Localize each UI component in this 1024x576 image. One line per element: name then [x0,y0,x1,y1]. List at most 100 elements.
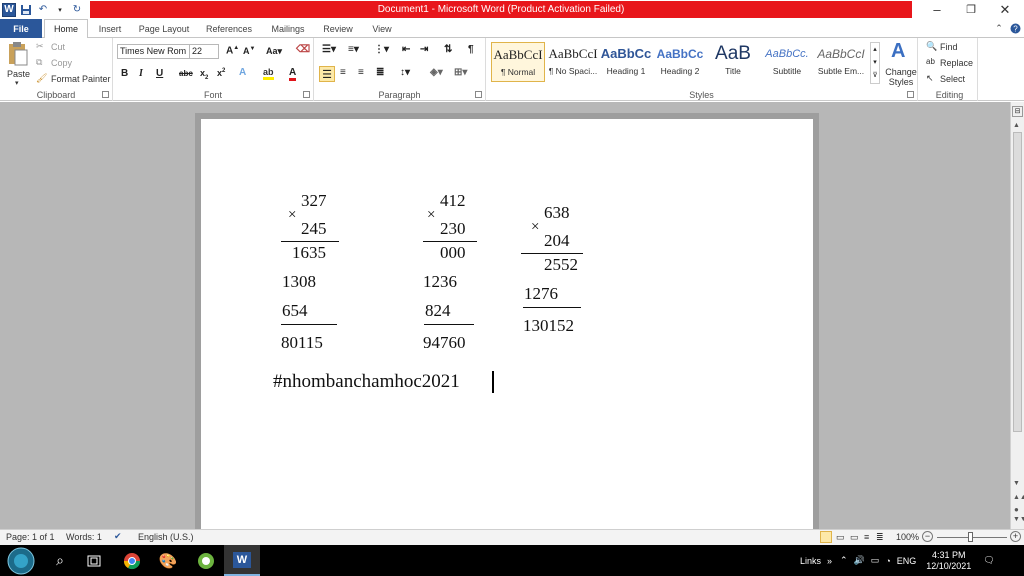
links-expand-icon[interactable]: » [827,556,832,566]
font-launcher-icon[interactable] [303,91,310,98]
app-green-icon[interactable] [192,545,220,576]
style-no-spacing[interactable]: AaBbCcI ¶ No Spaci... [546,42,600,82]
word-app-icon[interactable]: W [2,2,16,17]
tab-home[interactable]: Home [44,19,88,39]
save-icon[interactable] [19,3,33,17]
borders-icon[interactable]: ⊞▾ [454,67,467,78]
start-button[interactable] [4,545,38,576]
tab-file[interactable]: File [0,19,42,38]
battery-icon[interactable]: ▭ [871,555,880,566]
tab-page-layout[interactable]: Page Layout [134,19,194,38]
text-effects-icon[interactable]: A [239,67,246,78]
shrink-font-icon[interactable]: A▼ [243,46,255,56]
paragraph-launcher-icon[interactable] [475,91,482,98]
undo-dropdown-icon[interactable]: ▾ [53,3,67,17]
italic-icon[interactable]: I [139,68,143,79]
justify-icon[interactable]: ≣ [376,67,384,78]
paste-button[interactable]: Paste ▾ [4,41,32,87]
superscript-icon[interactable]: x2 [217,68,225,78]
network-icon[interactable]: ◔ [885,556,890,566]
style-heading-1[interactable]: AaBbCc Heading 1 [599,42,653,82]
numbering-icon[interactable]: ≡▾ [348,44,359,55]
style-title[interactable]: AaB Title [706,42,760,82]
font-color-icon[interactable]: A [289,67,297,81]
multilevel-list-icon[interactable]: ⋮▾ [374,44,389,55]
hashtag-text[interactable]: #nhombanchamhoc2021 [273,371,460,393]
line-spacing-icon[interactable]: ↕▾ [400,67,410,78]
decrease-indent-icon[interactable]: ⇤ [402,44,410,55]
styles-launcher-icon[interactable] [907,91,914,98]
undo-icon[interactable]: ↶ [36,3,50,17]
document-page[interactable]: 327 × 245 1635 1308 654 80115 412 × 230 … [201,119,813,529]
chrome-icon[interactable] [118,545,146,576]
align-center-icon[interactable]: ≡ [340,67,346,78]
style-subtle-emphasis[interactable]: AaBbCcI Subtle Em... [814,42,868,82]
format-painter-button[interactable]: 🖌 Format Painter [36,73,111,86]
bullets-icon[interactable]: ☰▾ [322,44,336,55]
increase-indent-icon[interactable]: ⇥ [420,44,428,55]
font-size-box[interactable]: 22 [189,44,219,59]
search-icon[interactable]: ⌕ [46,545,74,576]
bold-icon[interactable]: B [121,68,128,79]
language-indicator[interactable]: English (U.S.) [138,532,194,542]
scroll-up-icon[interactable]: ▲ [1013,122,1020,129]
cut-button[interactable]: ✂ Cut [36,41,106,54]
tab-mailings[interactable]: Mailings [264,19,312,38]
print-layout-icon[interactable] [820,531,832,543]
shading-icon[interactable]: ◈▾ [430,67,443,78]
clear-formatting-icon[interactable]: ⌫ [296,44,310,55]
grow-font-icon[interactable]: A▲ [226,45,239,56]
previous-page-icon[interactable]: ▲▲ [1013,494,1024,501]
styles-scroll[interactable]: ▴ ▾ ⊽ [870,42,880,84]
find-button[interactable]: 🔍 Find [926,41,978,54]
change-styles-button[interactable]: A Change Styles [882,40,918,88]
zoom-in-icon[interactable]: + [1010,531,1021,542]
style-normal[interactable]: AaBbCcI ¶ Normal [491,42,545,82]
tab-review[interactable]: Review [318,19,358,38]
sort-icon[interactable]: ⇅ [444,44,452,55]
zoom-out-icon[interactable]: − [922,531,933,542]
clipboard-launcher-icon[interactable] [102,91,109,98]
draft-icon[interactable]: ≣ [876,532,884,543]
links-toolbar[interactable]: Links [800,556,821,566]
subscript-icon[interactable]: x2 [200,68,208,81]
task-view-icon[interactable] [80,545,108,576]
tab-insert[interactable]: Insert [90,19,130,38]
vertical-scrollbar[interactable]: ⊟ ▲ ▼ ▲▲ ● ▼▼ [1010,102,1024,529]
style-subtitle[interactable]: AaBbCc. Subtitle [760,42,814,82]
ruler-toggle-icon[interactable]: ⊟ [1012,106,1023,117]
align-left-button[interactable]: ☰ [319,66,335,82]
show-hidden-icons[interactable]: ⌃ [840,555,848,566]
word-count[interactable]: Words: 1 [66,532,102,542]
volume-icon[interactable]: 🔊 [854,555,865,566]
scroll-thumb[interactable] [1013,132,1022,432]
align-right-icon[interactable]: ≡ [358,67,364,78]
help-icon[interactable]: ? [1008,19,1022,38]
strikethrough-icon[interactable]: abc [179,69,193,78]
page-count[interactable]: Page: 1 of 1 [6,532,55,542]
clock[interactable]: 4:31 PM 12/10/2021 [926,550,971,572]
redo-icon[interactable]: ↻ [70,3,84,17]
proofing-icon[interactable]: ✔ [114,531,122,542]
browse-object-icon[interactable]: ● [1014,505,1019,514]
notifications-icon[interactable]: 🗨 [983,555,994,566]
next-page-icon[interactable]: ▼▼ [1013,516,1024,523]
zoom-level[interactable]: 100% [896,532,919,542]
minimize-button[interactable]: – [920,0,954,19]
full-screen-reading-icon[interactable]: ▭ [836,532,845,543]
tab-references[interactable]: References [200,19,258,38]
highlight-icon[interactable]: ab [263,67,274,80]
word-taskbar-icon[interactable]: W [224,545,260,576]
outline-icon[interactable]: ≡ [864,532,869,542]
change-case-icon[interactable]: Aa▾ [266,46,282,57]
copy-button[interactable]: ⧉ Copy [36,57,106,70]
close-button[interactable]: ✕ [988,0,1022,19]
tab-view[interactable]: View [364,19,400,38]
input-language[interactable]: ENG [897,556,917,566]
zoom-slider-thumb[interactable] [968,532,973,542]
scroll-down-icon[interactable]: ▼ [1013,480,1020,487]
style-heading-2[interactable]: AaBbCc Heading 2 [653,42,707,82]
underline-icon[interactable]: U [156,68,163,79]
replace-button[interactable]: ab Replace [926,57,978,70]
restore-button[interactable]: ❐ [954,0,988,19]
